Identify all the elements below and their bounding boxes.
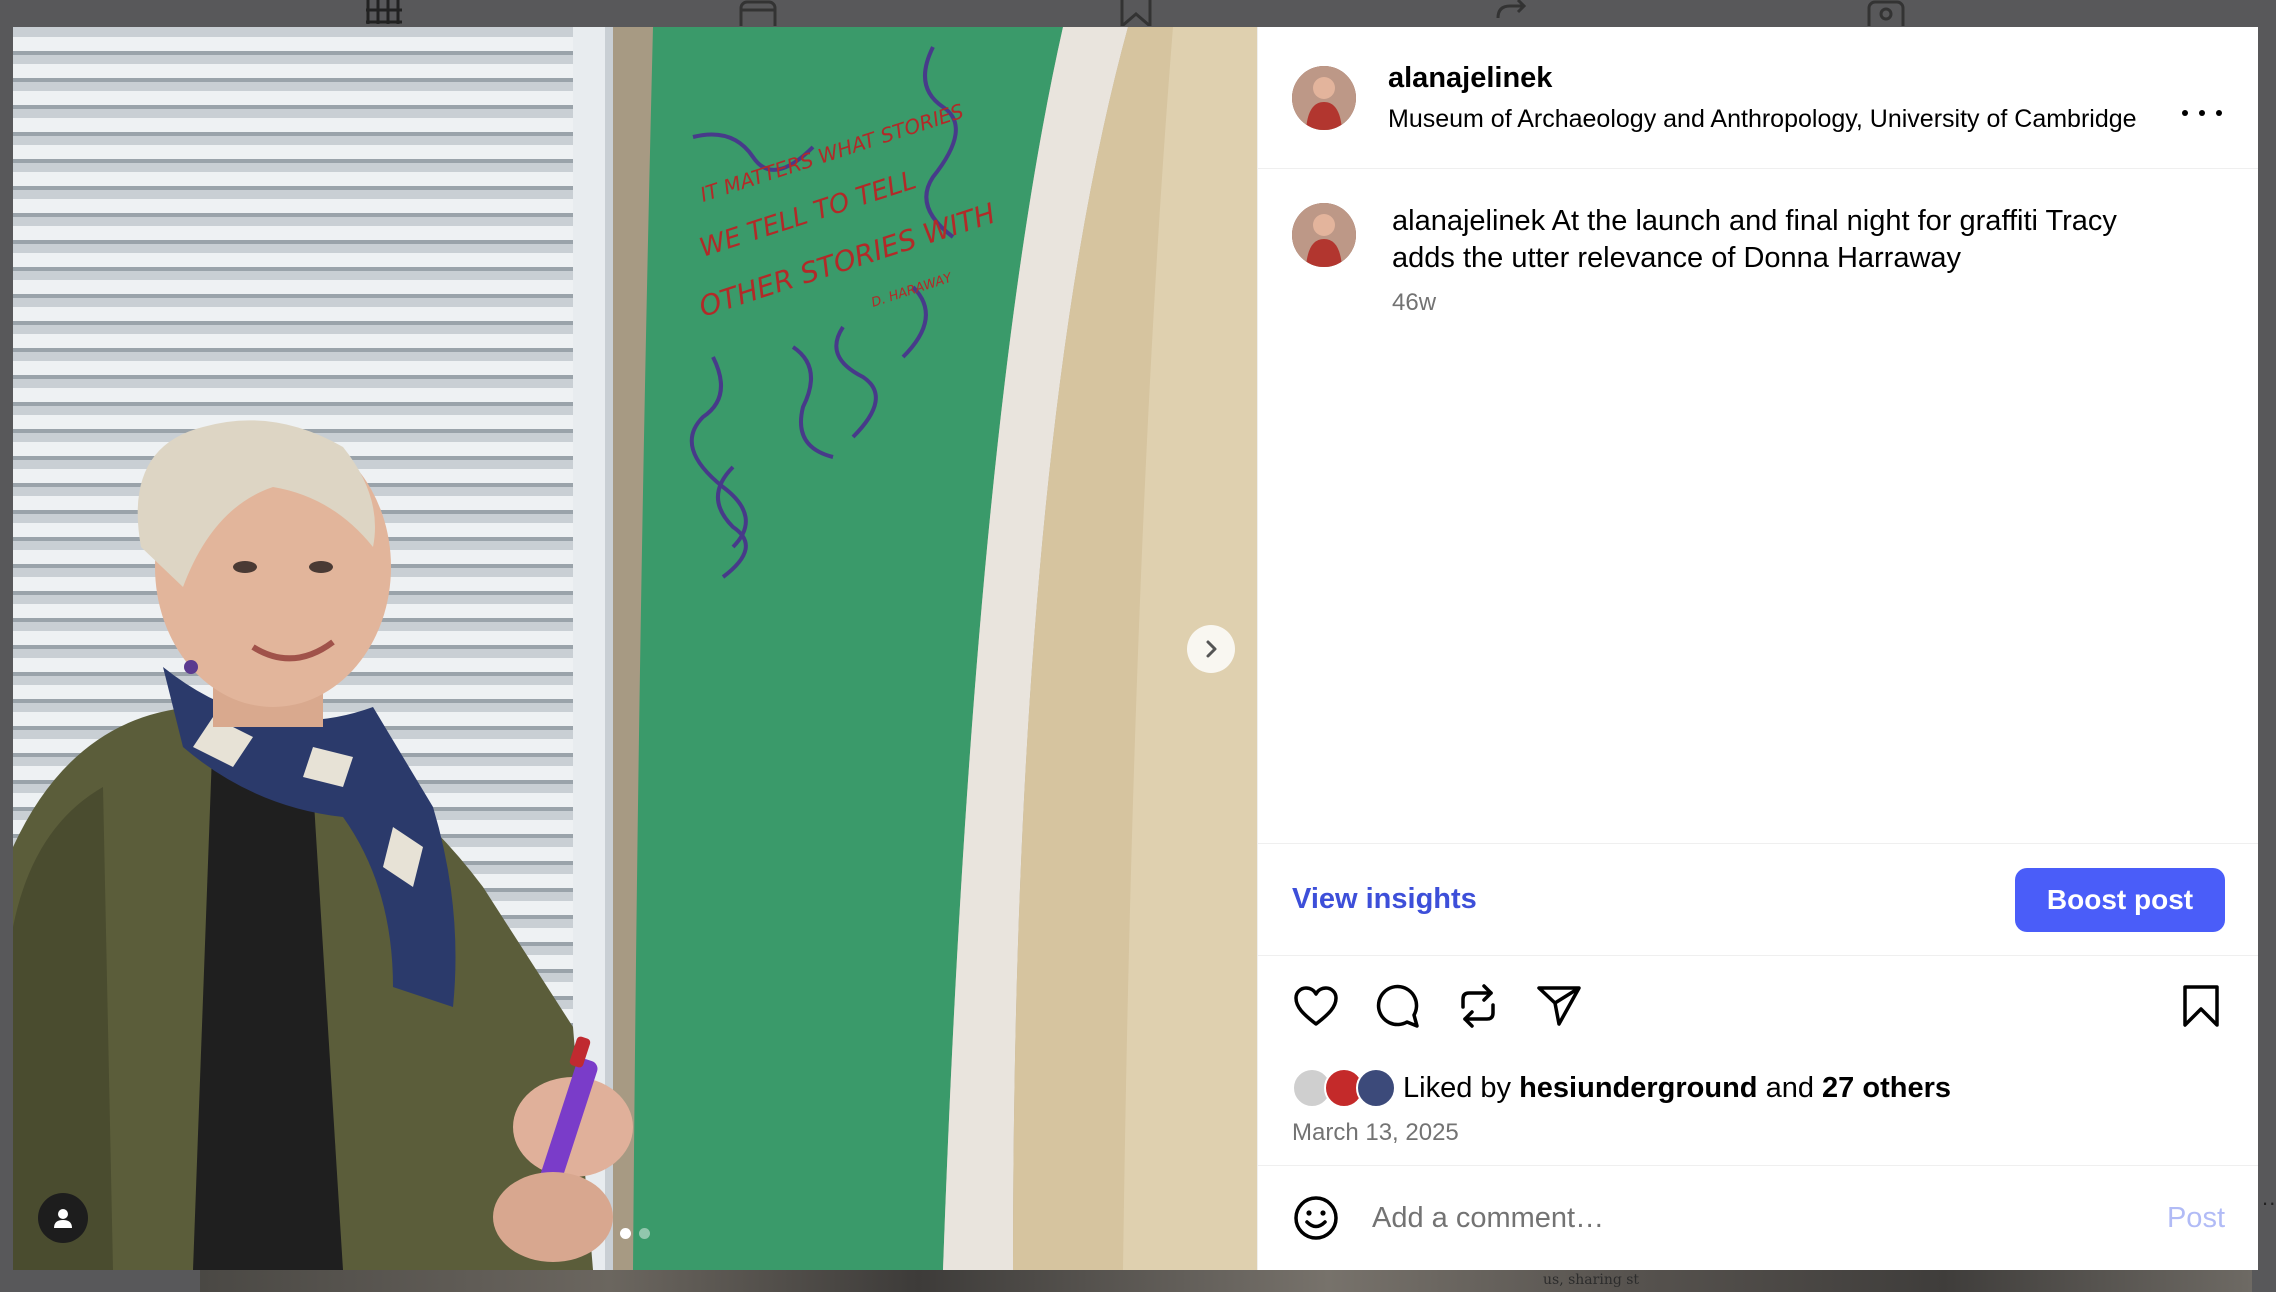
top-liker-link[interactable]: hesiunderground	[1519, 1072, 1757, 1104]
post-media: IT MATTERS WHAT STORIES WE TELL TO TELL …	[13, 27, 1257, 1270]
person-icon	[54, 1209, 72, 1228]
liked-by-conjunction: and	[1765, 1071, 1814, 1104]
boost-post-button[interactable]: Boost post	[2015, 867, 2225, 932]
carousel-indicator	[620, 1228, 650, 1239]
view-insights-link[interactable]: View insights	[1292, 883, 1477, 916]
post-header: alanajelinek Museum of Archaeology and A…	[1258, 27, 2258, 169]
edge-ellipsis: ··	[2261, 1190, 2276, 1215]
likes-summary: Liked by hesiunderground and 27 others	[1292, 1068, 1951, 1108]
background-thumbnail-text: us, sharing st	[1543, 1272, 1640, 1288]
more-options-button[interactable]	[2182, 105, 2222, 121]
post-location[interactable]: Museum of Archaeology and Anthropology, …	[1388, 105, 2137, 134]
post-comment-button[interactable]: Post	[2167, 1202, 2225, 1235]
liked-by-prefix: Liked by	[1403, 1071, 1512, 1104]
liked-by-text: Liked by hesiunderground and 27 others	[1403, 1072, 1951, 1105]
comment-input[interactable]	[1372, 1201, 2167, 1235]
emoji-icon[interactable]	[1292, 1194, 1340, 1242]
liker-avatar	[1356, 1068, 1396, 1108]
comments-section: alanajelinek At the launch and final nig…	[1258, 169, 2258, 843]
post-date[interactable]: March 13, 2025	[1292, 1119, 1459, 1147]
post-details: alanajelinek Museum of Archaeology and A…	[1257, 27, 2258, 1270]
more-dot-icon	[2199, 110, 2205, 116]
more-dot-icon	[2182, 110, 2188, 116]
saved-icon	[1116, 0, 1156, 30]
add-comment-bar: Post	[1258, 1166, 2258, 1270]
author-avatar[interactable]	[1292, 65, 1356, 130]
caption-timestamp[interactable]: 46w	[1392, 289, 2172, 317]
post-photo: IT MATTERS WHAT STORIES WE TELL TO TELL …	[13, 27, 1257, 1270]
post-modal: IT MATTERS WHAT STORIES WE TELL TO TELL …	[13, 27, 2258, 1270]
background-thumbnails: us, sharing st	[200, 1270, 2252, 1292]
carousel-dot	[620, 1228, 631, 1239]
repost-icon[interactable]	[1454, 982, 1502, 1030]
tagged-people-button[interactable]	[38, 1193, 88, 1243]
caption-avatar[interactable]	[1292, 203, 1356, 267]
carousel-next-button[interactable]	[1187, 625, 1235, 673]
heart-icon[interactable]	[1292, 982, 1340, 1030]
carousel-dot	[639, 1228, 650, 1239]
more-dot-icon	[2216, 110, 2222, 116]
reels-icon	[738, 0, 778, 34]
insights-bar: View insights Boost post	[1258, 843, 2258, 956]
liker-avatars[interactable]	[1292, 1068, 1400, 1108]
others-link[interactable]: 27 others	[1822, 1072, 1951, 1104]
repost-tab-icon	[1490, 0, 1530, 26]
author-username[interactable]: alanajelinek	[1388, 62, 2137, 95]
bookmark-icon[interactable]	[2177, 982, 2225, 1030]
comment-icon[interactable]	[1373, 982, 1421, 1030]
tagged-icon	[1866, 0, 1906, 34]
share-icon[interactable]	[1535, 982, 1583, 1030]
caption-username[interactable]: alanajelinek	[1392, 205, 1545, 237]
grid-icon	[364, 0, 404, 26]
chevron-right-icon	[1206, 640, 1217, 658]
post-actions: Liked by hesiunderground and 27 others M…	[1258, 956, 2258, 1166]
background-tab-icons	[0, 0, 2276, 34]
caption: alanajelinek At the launch and final nig…	[1292, 203, 2224, 317]
